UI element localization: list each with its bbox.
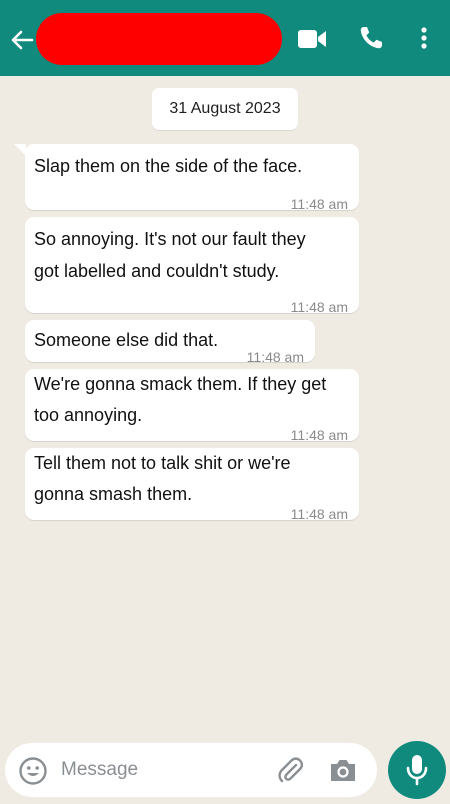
paperclip-icon[interactable] — [275, 755, 305, 785]
camera-icon[interactable] — [328, 756, 358, 784]
message-text: Slap them on the side of the face. — [34, 156, 303, 176]
redacted-contact-name[interactable] — [36, 13, 282, 65]
more-vertical-icon[interactable] — [414, 24, 434, 52]
message-text: So annoying. It's not our fault they got… — [34, 229, 306, 281]
message-bubble[interactable]: Tell them not to talk shit or we're gonn… — [25, 448, 359, 522]
message-bubble[interactable]: So annoying. It's not our fault they got… — [25, 217, 359, 315]
microphone-icon — [406, 755, 428, 786]
message-text: Someone else did that. — [34, 330, 219, 350]
arrow-left-icon[interactable] — [8, 26, 36, 54]
message-input[interactable] — [61, 753, 261, 787]
message-bubble[interactable]: We're gonna smack them. If they get too … — [25, 369, 359, 443]
message-composer — [5, 743, 377, 797]
video-camera-icon[interactable] — [297, 27, 327, 51]
message-time: 11:48 am — [290, 196, 348, 212]
message-bubble[interactable]: Slap them on the side of the face. 11:48… — [25, 144, 359, 212]
message-text: We're gonna smack them. If they get too … — [34, 374, 327, 425]
message-time: 11:48 am — [290, 506, 348, 522]
message-text: Tell them not to talk shit or we're gonn… — [34, 453, 291, 504]
phone-icon[interactable] — [357, 24, 385, 52]
message-time: 11:48 am — [290, 299, 348, 315]
emoji-icon[interactable] — [18, 756, 48, 786]
message-list[interactable]: 31 August 2023 Slap them on the side of … — [0, 76, 450, 736]
message-time: 11:48 am — [290, 427, 348, 443]
chat-header — [0, 0, 450, 76]
date-separator: 31 August 2023 — [152, 88, 298, 130]
message-bubble[interactable]: Someone else did that. 11:48 am — [25, 320, 315, 365]
microphone-button[interactable] — [388, 741, 446, 799]
